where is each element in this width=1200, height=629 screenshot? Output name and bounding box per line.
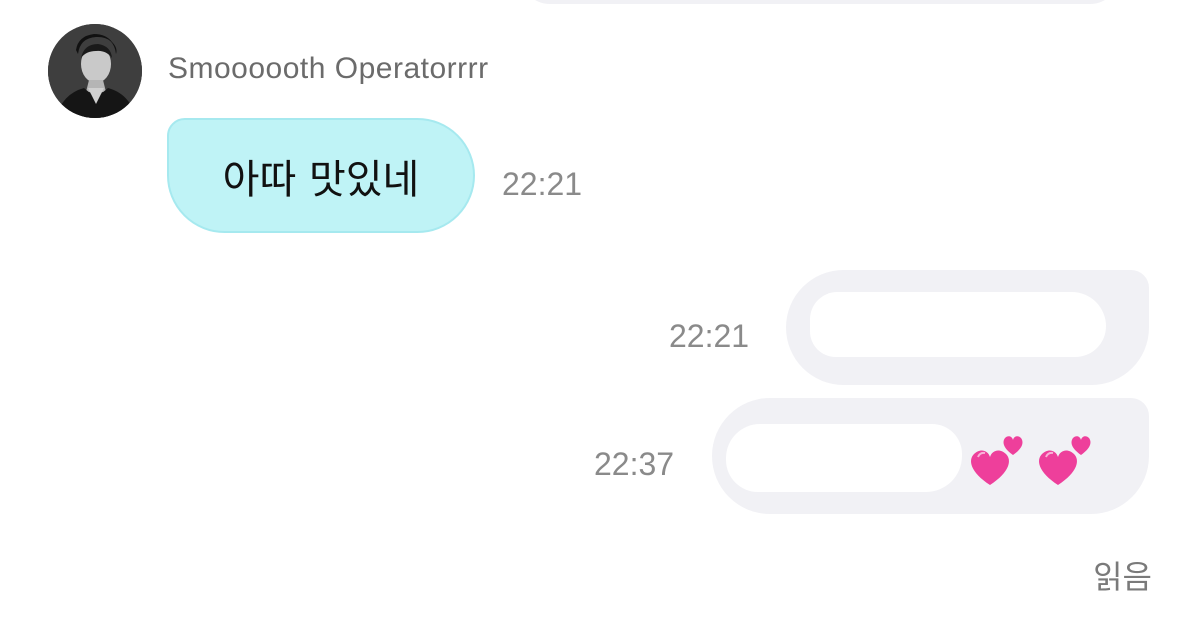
two-hearts-icon — [971, 436, 1023, 485]
redacted-message-text — [726, 424, 962, 492]
sender-name: Smoooooth Operatorrrr — [168, 52, 489, 85]
previous-message-bubble[interactable] — [520, 0, 1120, 4]
incoming-message-bubble[interactable]: 아따 맛있네 — [167, 118, 475, 233]
message-timestamp: 22:21 — [669, 318, 750, 354]
message-timestamp: 22:37 — [594, 446, 675, 482]
chat-screen: Smoooooth Operatorrrr 아따 맛있네 22:21 22:21… — [0, 0, 1200, 629]
avatar-photo — [48, 24, 142, 118]
message-timestamp: 22:21 — [502, 166, 583, 202]
redacted-message-text — [810, 292, 1106, 357]
sender-avatar[interactable] — [48, 24, 142, 118]
message-text: 아따 맛있네 — [222, 156, 420, 203]
read-status: 읽음 — [1093, 558, 1152, 596]
two-hearts-icon — [1039, 436, 1091, 485]
